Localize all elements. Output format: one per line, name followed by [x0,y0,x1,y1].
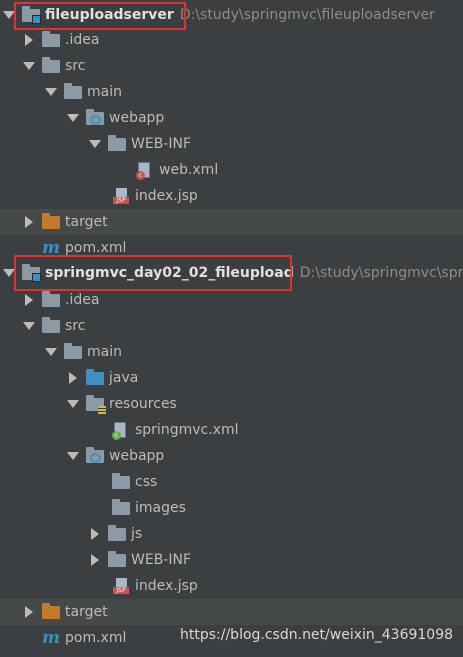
tree-item-label: .idea [65,292,100,308]
chevron-down-icon[interactable] [2,260,16,286]
tree-row-images[interactable]: images [0,495,463,521]
resources-folder-icon [86,395,106,414]
web-folder-icon [86,109,104,126]
project-path: D:\study\springmvc\fileuploadserver [179,7,435,23]
tree-item-label: js [131,526,143,542]
source-folder-icon [86,369,104,386]
tree-item-label: pom.xml [65,240,127,256]
tree-item-label: target [65,604,108,620]
tree-row-target[interactable]: target [0,209,463,235]
tree-item-label: WEB-INF [131,552,191,568]
maven-icon: m [42,628,60,648]
tree-row-project-fileuploadserver[interactable]: fileuploadserver D:\study\springmvc\file… [0,2,463,28]
chevron-right-icon[interactable] [88,547,102,573]
spring-xml-file-icon: c [112,422,130,440]
chevron-right-icon[interactable] [88,521,102,547]
maven-icon: m [42,238,60,258]
chevron-right-icon[interactable] [66,365,80,391]
tree-row-project-springmvc-day02-02-fileupload[interactable]: springmvc_day02_02_fileupload D:\study\s… [0,260,463,286]
tree-row-src[interactable]: src [0,53,463,79]
folder-icon [42,291,60,308]
watermark: https://blog.csdn.net/weixin_43691098 [180,627,454,643]
tree-item-label: webapp [109,448,165,464]
chevron-right-icon[interactable] [22,209,36,235]
tree-item-label: fileuploadserver [45,7,174,23]
chevron-right-icon[interactable] [22,599,36,625]
folder-icon [108,135,126,152]
tree-row-pom-xml[interactable]: m pom.xml [0,625,180,651]
tree-item-label: src [65,318,86,334]
tree-row-web-inf[interactable]: WEB-INF [0,131,463,157]
tree-row-index-jsp[interactable]: JSP index.jsp [0,183,463,209]
folder-icon [108,525,126,542]
tree-item-label: index.jsp [135,578,198,594]
tree-item-label: main [87,344,122,360]
jsp-file-icon: JSP [112,578,130,594]
tree-item-label: web.xml [159,162,219,178]
excluded-folder-icon [42,213,60,230]
tree-item-label: target [65,214,108,230]
tree-row-main[interactable]: main [0,79,463,105]
folder-icon [42,317,60,334]
chevron-down-icon[interactable] [22,313,36,339]
tree-row-index-jsp[interactable]: JSP index.jsp [0,573,463,599]
tree-row-target[interactable]: target [0,599,463,625]
tree-item-label: src [65,58,86,74]
project-path: D:\study\springmvc\spr [299,265,463,281]
tree-row-main[interactable]: main [0,339,463,365]
tree-item-label: java [109,370,139,386]
tree-item-label: pom.xml [65,630,127,646]
tree-row-web-xml[interactable]: c web.xml [0,157,463,183]
project-folder-icon [22,6,41,24]
tree-row-js[interactable]: js [0,521,463,547]
tree-row-webapp[interactable]: webapp [0,105,463,131]
chevron-down-icon[interactable] [44,339,58,365]
chevron-down-icon[interactable] [88,131,102,157]
tree-row-java[interactable]: java [0,365,463,391]
tree-item-label: resources [109,396,177,412]
chevron-down-icon[interactable] [66,443,80,469]
tree-item-label: images [135,500,186,516]
folder-icon [42,57,60,74]
tree-row-idea[interactable]: .idea [0,287,463,313]
folder-icon [112,473,130,490]
tree-row-resources[interactable]: resources [0,391,463,417]
tree-item-label: .idea [65,32,100,48]
chevron-down-icon[interactable] [44,79,58,105]
excluded-folder-icon [42,603,60,620]
chevron-down-icon[interactable] [66,391,80,417]
tree-item-label: springmvc.xml [135,422,239,438]
tree-item-label: webapp [109,110,165,126]
project-folder-icon [22,264,41,282]
tree-row-webapp[interactable]: webapp [0,443,463,469]
tree-item-label: springmvc_day02_02_fileupload [45,265,294,281]
chevron-right-icon[interactable] [22,287,36,313]
tree-item-label: main [87,84,122,100]
chevron-down-icon[interactable] [2,2,16,28]
tree-item-label: css [135,474,158,490]
tree-item-label: index.jsp [135,188,198,204]
tree-row-src[interactable]: src [0,313,463,339]
folder-icon [108,551,126,568]
tree-item-label: WEB-INF [131,136,191,152]
tree-row-css[interactable]: css [0,469,463,495]
web-folder-icon [86,447,104,464]
tree-row-web-inf[interactable]: WEB-INF [0,547,463,573]
folder-icon [112,499,130,516]
tree-row-idea[interactable]: .idea [0,27,463,53]
folder-icon [64,83,82,100]
folder-icon [42,31,60,48]
chevron-down-icon[interactable] [22,53,36,79]
jsp-file-icon: JSP [112,188,130,204]
chevron-down-icon[interactable] [66,105,80,131]
tree-row-pom-xml[interactable]: m pom.xml [0,235,463,261]
tree-row-springmvc-xml[interactable]: c springmvc.xml [0,417,463,443]
xml-file-icon: c [136,162,154,180]
chevron-right-icon[interactable] [22,27,36,53]
folder-icon [64,343,82,360]
